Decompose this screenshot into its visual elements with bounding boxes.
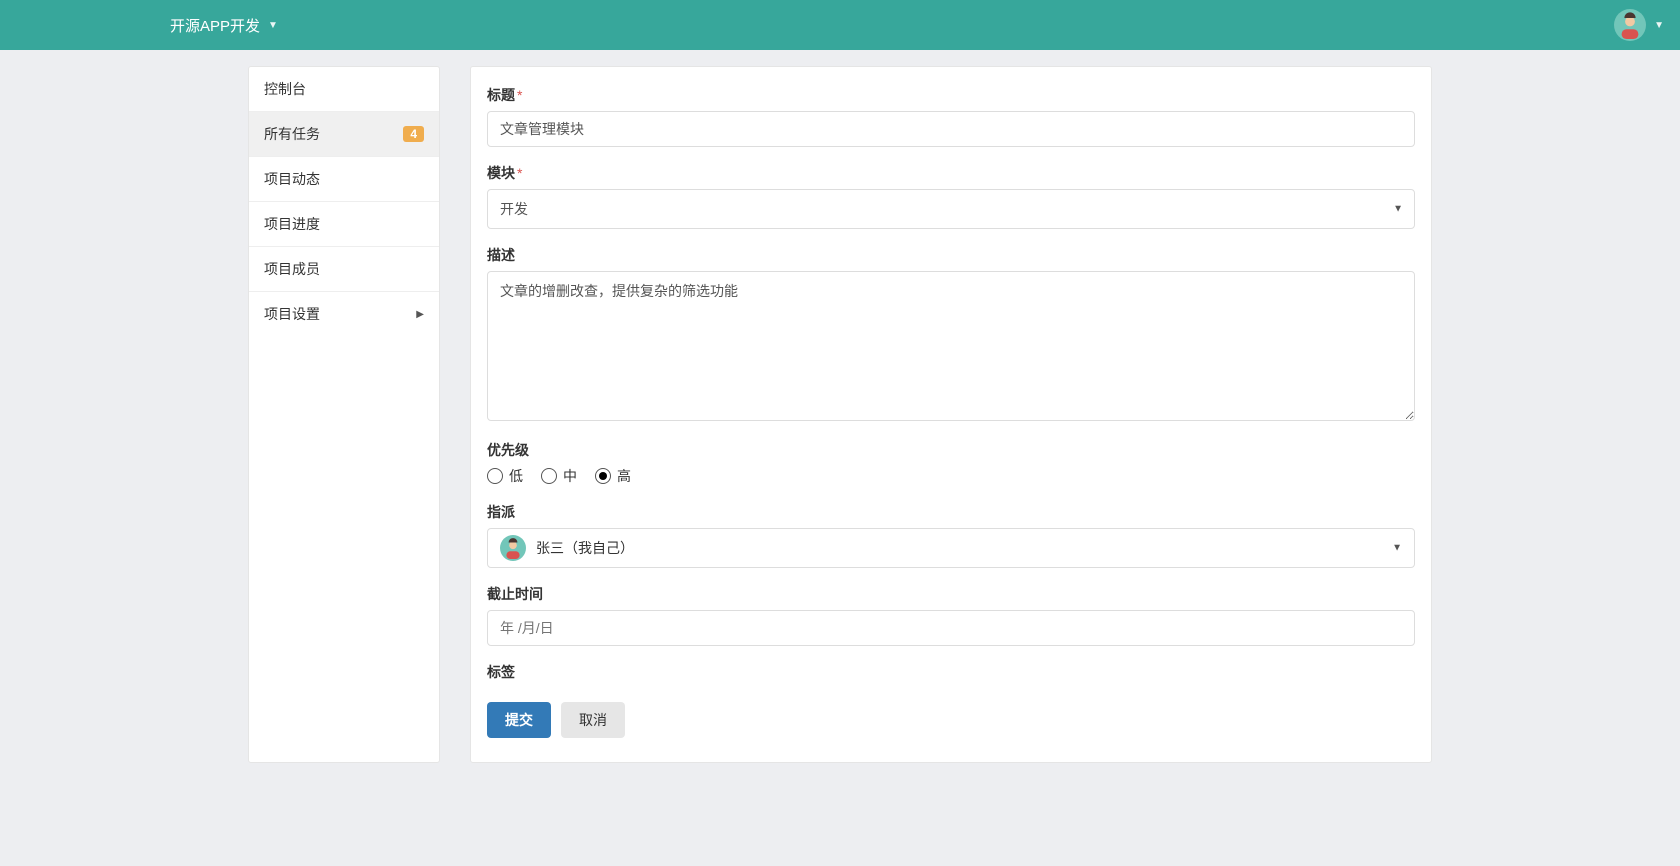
priority-high-label: 高 <box>617 466 631 486</box>
label-module-text: 模块 <box>487 165 515 181</box>
sidebar-item-members[interactable]: 项目成员 <box>249 247 439 292</box>
priority-low[interactable]: 低 <box>487 466 523 486</box>
radio-icon <box>595 468 611 484</box>
caret-down-icon: ▼ <box>268 20 278 31</box>
priority-high[interactable]: 高 <box>595 466 631 486</box>
description-textarea[interactable] <box>487 271 1415 421</box>
priority-radio-group: 低 中 高 <box>487 466 1415 486</box>
sidebar-item-label: 控制台 <box>264 79 306 99</box>
priority-low-label: 低 <box>509 466 523 486</box>
task-form: 标题* 模块* 开发 ▼ 描述 优先级 低 <box>470 66 1432 763</box>
label-deadline: 截止时间 <box>487 584 1415 604</box>
avatar <box>1614 9 1646 41</box>
title-input[interactable] <box>487 111 1415 147</box>
caret-down-icon: ▼ <box>1654 20 1664 31</box>
module-select[interactable]: 开发 <box>487 189 1415 229</box>
radio-icon <box>487 468 503 484</box>
label-tags: 标签 <box>487 662 1415 682</box>
user-menu[interactable]: ▼ <box>1614 9 1664 41</box>
required-mark: * <box>517 87 522 103</box>
project-switcher[interactable]: 开源APP开发 ▼ <box>170 15 278 36</box>
sidebar-item-settings[interactable]: 项目设置 ▶ <box>249 292 439 336</box>
required-mark: * <box>517 165 522 181</box>
assignee-select[interactable]: 张三（我自己） ▼ <box>487 528 1415 568</box>
sidebar-item-label: 项目动态 <box>264 169 320 189</box>
sidebar-item-label: 项目设置 <box>264 304 320 324</box>
sidebar-item-all-tasks[interactable]: 所有任务 4 <box>249 112 439 157</box>
label-title-text: 标题 <box>487 87 515 103</box>
chevron-right-icon: ▶ <box>416 309 424 320</box>
task-count-badge: 4 <box>403 126 424 142</box>
label-description: 描述 <box>487 245 1415 265</box>
label-priority: 优先级 <box>487 440 1415 460</box>
project-title: 开源APP开发 <box>170 15 260 36</box>
label-title: 标题* <box>487 85 1415 105</box>
priority-mid-label: 中 <box>563 466 577 486</box>
deadline-input[interactable] <box>487 610 1415 646</box>
sidebar-item-label: 项目进度 <box>264 214 320 234</box>
label-module: 模块* <box>487 163 1415 183</box>
sidebar-item-label: 项目成员 <box>264 259 320 279</box>
cancel-button[interactable]: 取消 <box>561 702 625 738</box>
assignee-name: 张三（我自己） <box>536 538 634 558</box>
sidebar-item-label: 所有任务 <box>264 124 320 144</box>
sidebar-item-dashboard[interactable]: 控制台 <box>249 67 439 112</box>
module-select-value: 开发 <box>500 201 528 217</box>
sidebar-item-progress[interactable]: 项目进度 <box>249 202 439 247</box>
sidebar: 控制台 所有任务 4 项目动态 项目进度 项目成员 项目设置 ▶ <box>248 66 440 763</box>
submit-button[interactable]: 提交 <box>487 702 551 738</box>
sidebar-item-activity[interactable]: 项目动态 <box>249 157 439 202</box>
priority-mid[interactable]: 中 <box>541 466 577 486</box>
avatar <box>500 535 526 561</box>
topbar: 开源APP开发 ▼ ▼ <box>0 0 1680 50</box>
radio-icon <box>541 468 557 484</box>
label-assign: 指派 <box>487 502 1415 522</box>
caret-down-icon: ▼ <box>1392 543 1402 554</box>
